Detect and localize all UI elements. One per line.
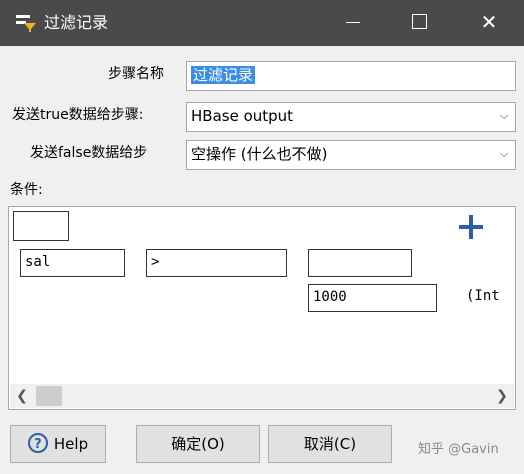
add-condition-icon[interactable] — [459, 215, 483, 239]
maximize-button[interactable] — [396, 0, 442, 46]
horizontal-scrollbar[interactable]: ❮ ❯ — [10, 384, 514, 408]
help-button[interactable]: ? Help — [10, 425, 106, 463]
window-title: 过滤记录 — [44, 13, 109, 32]
step-name-value: 过滤记录 — [191, 66, 256, 84]
minimize-icon — [346, 22, 360, 23]
chevron-left-icon[interactable]: ❮ — [12, 386, 32, 406]
help-button-label: Help — [53, 435, 89, 453]
scrollbar-thumb[interactable] — [36, 386, 62, 406]
condition-right-field[interactable] — [308, 249, 412, 277]
watermark: 知乎 @Gavin — [418, 442, 499, 457]
condition-negate-box[interactable] — [13, 211, 69, 241]
false-step-value: 空操作 (什么也不做) — [191, 145, 328, 163]
true-step-select[interactable]: HBase output ⌵ — [186, 102, 516, 132]
condition-left-field[interactable]: sal — [20, 249, 125, 277]
cancel-button[interactable]: 取消(C) — [268, 425, 392, 463]
ok-button[interactable]: 确定(O) — [136, 425, 260, 463]
conditions-label: 条件: — [10, 182, 43, 198]
close-icon: ✕ — [480, 10, 498, 34]
false-step-label: 发送false数据给步 — [30, 145, 148, 161]
false-step-select[interactable]: 空操作 (什么也不做) ⌵ — [186, 140, 516, 170]
condition-constant-value[interactable]: 1000 — [308, 284, 437, 312]
help-icon: ? — [27, 433, 48, 453]
true-step-label: 发送true数据给步骤: — [12, 107, 144, 123]
condition-editor[interactable]: sal > 1000 (Int ❮ ❯ — [8, 206, 516, 410]
condition-operator[interactable]: > — [146, 249, 287, 277]
step-name-input[interactable]: 过滤记录 — [186, 61, 516, 91]
close-button[interactable]: ✕ — [466, 0, 512, 46]
step-name-label: 步骤名称 — [108, 66, 164, 82]
true-step-value: HBase output — [191, 107, 294, 125]
minimize-button[interactable] — [330, 0, 376, 46]
chevron-down-icon[interactable]: ⌵ — [493, 103, 515, 131]
chevron-down-icon[interactable]: ⌵ — [493, 141, 515, 169]
title-bar: 过滤记录 ✕ — [0, 0, 524, 46]
maximize-icon — [411, 13, 427, 29]
filter-rows-icon — [16, 15, 36, 32]
chevron-right-icon[interactable]: ❯ — [492, 386, 512, 406]
condition-constant-type: (Int — [466, 288, 500, 304]
